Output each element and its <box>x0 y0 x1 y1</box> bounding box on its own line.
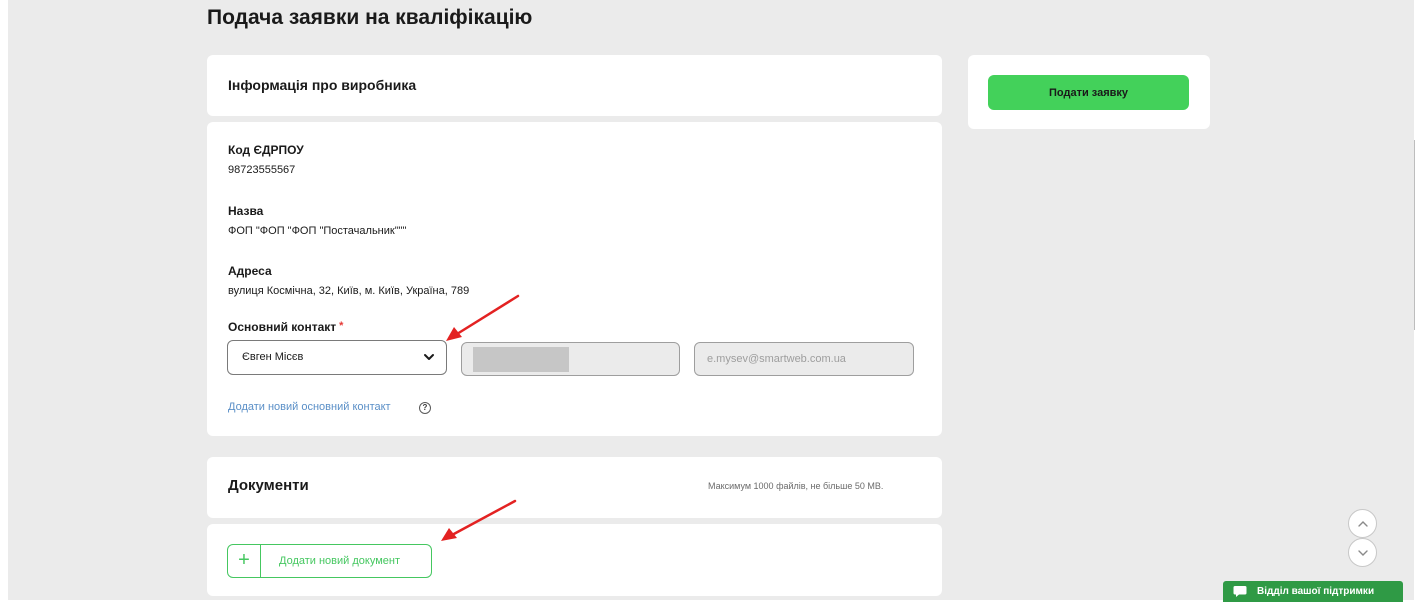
contact-email-value: e.mysev@smartweb.com.ua <box>707 353 846 365</box>
question-icon[interactable]: ? <box>419 402 431 414</box>
scroll-down-button[interactable] <box>1348 538 1377 567</box>
add-main-contact-link[interactable]: Додати новий основний контакт <box>228 401 391 413</box>
main-contact-label-text: Основний контакт <box>228 320 337 334</box>
main-contact-selected-value: Євген Місєв <box>242 351 304 363</box>
add-document-label: Додати новий документ <box>279 555 401 567</box>
producer-body-card <box>207 122 942 436</box>
chat-bubble-icon <box>1233 586 1247 597</box>
support-chat-button[interactable]: Відділ вашої підтримки <box>1223 581 1403 602</box>
address-label: Адреса <box>228 264 272 278</box>
chevron-up-icon <box>1358 521 1368 527</box>
name-label: Назва <box>228 204 264 218</box>
documents-limit-note: Максимум 1000 файлів, не більше 50 MB. <box>708 481 884 491</box>
contact-email-field[interactable]: e.mysev@smartweb.com.ua <box>694 342 914 376</box>
name-value: ФОП "ФОП "ФОП "Постачальник""" <box>228 225 407 237</box>
documents-section-title: Документи <box>228 477 309 494</box>
producer-header-card: Інформація про виробника <box>207 55 942 116</box>
producer-section-title: Інформація про виробника <box>228 77 417 93</box>
support-chat-label: Відділ вашої підтримки <box>1257 586 1375 597</box>
scroll-up-button[interactable] <box>1348 509 1377 538</box>
chevron-down-icon <box>424 354 434 360</box>
address-value: вулиця Космічна, 32, Київ, м. Київ, Укра… <box>228 285 470 297</box>
plus-icon: + <box>228 545 261 577</box>
submit-application-button[interactable]: Подати заявку <box>988 75 1189 110</box>
edrpou-value: 98723555567 <box>228 164 296 176</box>
phone-redaction <box>473 347 569 372</box>
chevron-down-icon <box>1358 550 1368 556</box>
page-title: Подача заявки на кваліфікацію <box>207 6 533 29</box>
main-contact-label: Основний контакт * <box>228 320 343 334</box>
required-mark: * <box>339 320 344 332</box>
main-contact-select[interactable]: Євген Місєв <box>227 340 447 375</box>
contact-phone-field[interactable] <box>461 342 680 376</box>
scrollbar-track <box>1414 140 1415 330</box>
add-document-button[interactable]: + Додати новий документ <box>227 544 432 578</box>
edrpou-label: Код ЄДРПОУ <box>228 143 304 157</box>
